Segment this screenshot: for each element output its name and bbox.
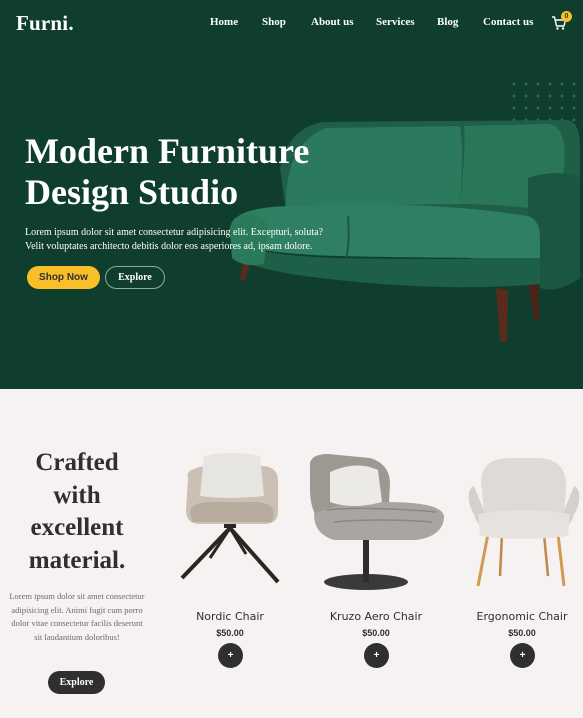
product-price: $50.00 [508, 628, 536, 638]
nav-item-home[interactable]: Home [210, 16, 238, 28]
main-nav: Home Shop About us Services Blog Contact… [0, 16, 583, 32]
section-title: Crafted with excellent material. [28, 449, 126, 574]
product-card-kruzo-aero-chair[interactable]: Kruzo Aero Chair $50.00 + [306, 450, 446, 670]
cart-count-badge: 0 [561, 11, 572, 22]
kruzo-aero-chair-image [309, 454, 444, 590]
product-card-ergonomic-chair[interactable]: Ergonomic Chair $50.00 + [452, 450, 583, 670]
add-to-cart-button[interactable]: + [218, 643, 243, 668]
nav-item-blog[interactable]: Blog [437, 16, 458, 28]
nav-item-shop[interactable]: Shop [262, 16, 286, 28]
ergonomic-chair-image [468, 458, 580, 587]
section-description: Lorem ipsum dolor sit amet consectetur a… [9, 591, 145, 642]
add-to-cart-button[interactable]: + [510, 643, 535, 668]
nav-item-contact-us[interactable]: Contact us [483, 16, 533, 28]
product-name: Nordic Chair [196, 610, 264, 623]
hero-explore-button[interactable]: Explore [105, 266, 165, 289]
product-name: Kruzo Aero Chair [329, 610, 423, 623]
nav-item-services[interactable]: Services [376, 16, 414, 28]
hero-title: Modern Furniture Design Studio [25, 131, 310, 212]
product-price: $50.00 [216, 628, 244, 638]
product-name: Ergonomic Chair [476, 610, 568, 623]
nordic-chair-image [180, 453, 280, 584]
nav-item-about-us[interactable]: About us [311, 16, 354, 28]
hero-description: Lorem ipsum dolor sit amet consectetur a… [25, 227, 323, 252]
product-card-nordic-chair[interactable]: Nordic Chair $50.00 + [160, 450, 300, 670]
product-price: $50.00 [362, 628, 390, 638]
section-explore-button[interactable]: Explore [48, 671, 105, 694]
hero-section: Furni. Home Shop About us Services Blog … [0, 0, 583, 389]
shop-now-button[interactable]: Shop Now [27, 266, 100, 289]
add-to-cart-button[interactable]: + [364, 643, 389, 668]
